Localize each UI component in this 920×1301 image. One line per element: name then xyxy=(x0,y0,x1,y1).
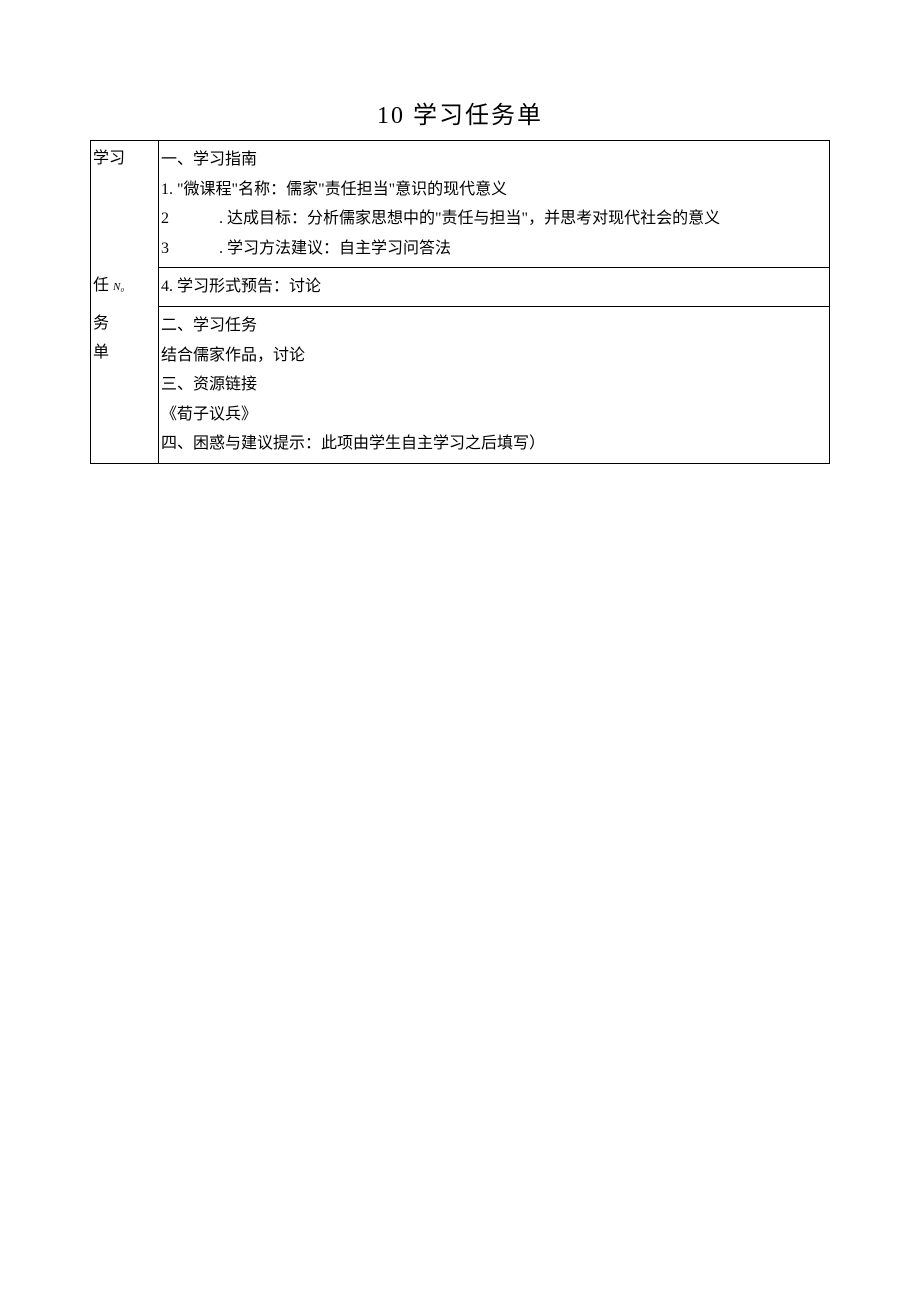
label-cell-2: 任 N₀ xyxy=(91,268,159,307)
section1-item1: 1. "微课程"名称：儒家"责任担当"意识的现代意义 xyxy=(161,175,827,205)
page-title: 10 学习任务单 xyxy=(90,95,830,130)
task-table: 学习 一、学习指南 1. "微课程"名称：儒家"责任担当"意识的现代意义 2. … xyxy=(90,140,830,464)
label-study: 学习 xyxy=(93,150,125,167)
section3-heading: 三、资源链接 xyxy=(161,370,827,400)
section1b-cell: 4. 学习形式预告：讨论 xyxy=(159,268,830,307)
label-cell-1: 学习 xyxy=(91,141,159,268)
section1-cell: 一、学习指南 1. "微课程"名称：儒家"责任担当"意识的现代意义 2. 达成目… xyxy=(159,141,830,268)
section1-item2: 2. 达成目标：分析儒家思想中的"责任与担当"，并思考对现代社会的意义 xyxy=(161,204,827,234)
section2-heading: 二、学习任务 xyxy=(161,311,827,341)
label-sub: N₀ xyxy=(113,281,124,293)
section4-heading: 四、困惑与建议提示：此项由学生自主学习之后填写） xyxy=(161,429,827,459)
label-ren: 任 xyxy=(93,277,109,294)
sections-234-cell: 二、学习任务 结合儒家作品，讨论 三、资源链接 《荀子议兵》 四、困惑与建议提示… xyxy=(159,306,830,463)
label-wu: 务 xyxy=(93,310,156,339)
label-cell-3: 务 单 xyxy=(91,306,159,463)
section1b-item4: 4. 学习形式预告：讨论 xyxy=(161,272,827,302)
section1-heading: 一、学习指南 xyxy=(161,145,827,175)
section3-item1: 《荀子议兵》 xyxy=(161,400,827,430)
label-dan: 单 xyxy=(93,339,156,368)
section2-item1: 结合儒家作品，讨论 xyxy=(161,341,827,371)
section1-item3: 3. 学习方法建议：自主学习问答法 xyxy=(161,234,827,264)
